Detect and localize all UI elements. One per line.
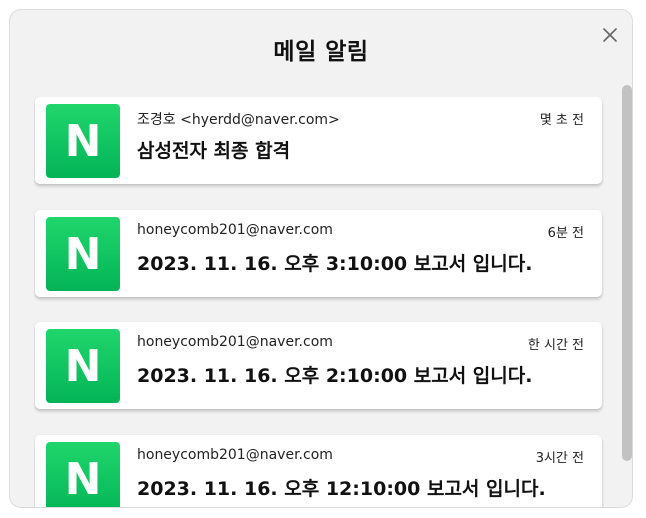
logo-letter: N xyxy=(64,454,102,505)
logo-letter: N xyxy=(64,116,102,167)
notification-card[interactable]: N honeycomb201@naver.com 한 시간 전 2023. 11… xyxy=(35,322,602,409)
notification-subject: 2023. 11. 16. 오후 3:10:00 보고서 입니다. xyxy=(137,253,533,275)
notification-sender: honeycomb201@naver.com xyxy=(137,447,333,463)
notification-list[interactable]: N 조경호 <hyerdd@naver.com> 몇 초 전 삼성전자 최종 합… xyxy=(34,97,604,507)
dialog-title: 메일 알림 xyxy=(273,39,369,65)
notification-sender: honeycomb201@naver.com xyxy=(137,222,333,238)
logo-letter: N xyxy=(64,341,102,392)
notification-time: 몇 초 전 xyxy=(539,113,584,128)
notification-sender: 조경호 <hyerdd@naver.com> xyxy=(137,112,340,128)
notification-time: 한 시간 전 xyxy=(527,338,584,353)
naver-logo-icon: N xyxy=(46,442,120,507)
naver-logo-icon: N xyxy=(46,329,120,403)
notification-subject: 2023. 11. 16. 오후 2:10:00 보고서 입니다. xyxy=(137,365,533,387)
logo-letter: N xyxy=(64,229,102,280)
close-button[interactable] xyxy=(599,24,621,46)
close-icon xyxy=(603,28,617,42)
naver-logo-icon: N xyxy=(46,104,120,178)
notification-time: 6분 전 xyxy=(547,226,584,241)
notification-subject: 삼성전자 최종 합격 xyxy=(137,140,291,162)
notification-card[interactable]: N honeycomb201@naver.com 6분 전 2023. 11. … xyxy=(35,210,602,297)
naver-logo-icon: N xyxy=(46,217,120,291)
mail-notification-dialog: 메일 알림 N 조경호 <hyerdd@naver.com> 몇 초 전 삼성전… xyxy=(9,9,633,508)
notification-card[interactable]: N honeycomb201@naver.com 3시간 전 2023. 11.… xyxy=(35,435,602,507)
notification-card[interactable]: N 조경호 <hyerdd@naver.com> 몇 초 전 삼성전자 최종 합… xyxy=(35,97,602,184)
notification-time: 3시간 전 xyxy=(535,451,584,466)
scrollbar-thumb[interactable] xyxy=(622,85,632,461)
notification-subject: 2023. 11. 16. 오후 12:10:00 보고서 입니다. xyxy=(137,478,546,500)
notification-sender: honeycomb201@naver.com xyxy=(137,334,333,350)
